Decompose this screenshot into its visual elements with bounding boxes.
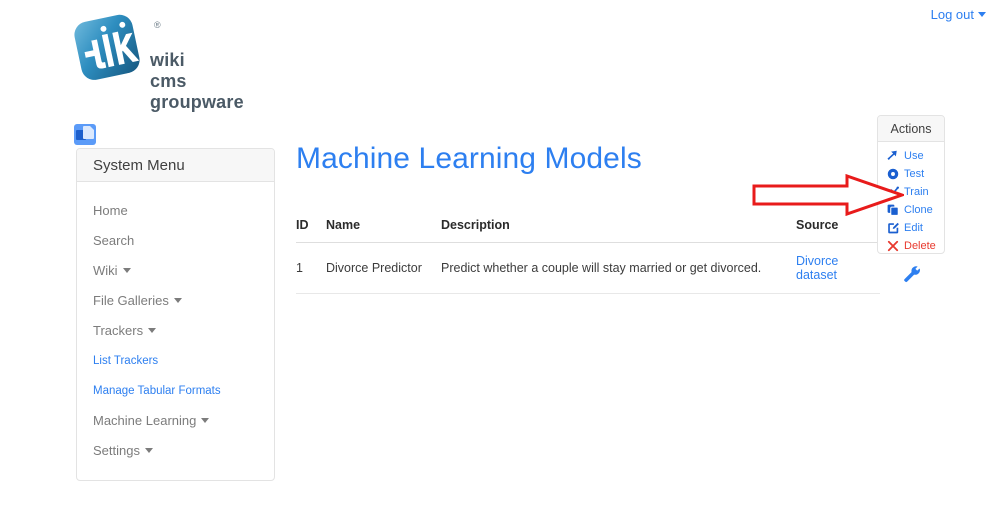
toggle-sidebar-icon-right	[83, 126, 94, 139]
cell-name: Divorce Predictor	[326, 242, 441, 294]
logout-label: Log out	[930, 7, 974, 22]
action-train[interactable]: Train	[886, 184, 944, 200]
chart-line-icon	[886, 186, 900, 199]
chevron-down-icon	[173, 298, 182, 304]
add-new-model-label: New	[819, 189, 846, 204]
action-label: Use	[904, 150, 924, 162]
sidebar-item-file-galleries[interactable]: File Galleries	[77, 286, 274, 316]
models-table-head: ID Name Description Source	[296, 218, 880, 243]
sidebar-item-machine-learning[interactable]: Machine Learning	[77, 406, 274, 436]
sidebar-item-label: Home	[93, 203, 128, 218]
logout-menu[interactable]: Log out	[931, 7, 986, 22]
models-table-body: 1 Divorce Predictor Predict whether a co…	[296, 242, 880, 294]
tiki-logo-icon	[74, 14, 140, 80]
source-link[interactable]: Divorce dataset	[796, 254, 838, 282]
sidebar-item-label: Machine Learning	[93, 413, 197, 428]
tagline-line-1: wiki	[150, 50, 185, 70]
models-table: ID Name Description Source 1 Divorce Pre…	[296, 218, 880, 294]
chevron-down-icon	[144, 448, 153, 454]
toggle-sidebar-icon[interactable]	[74, 124, 96, 145]
chevron-down-icon	[978, 12, 986, 18]
column-header-source[interactable]: Source	[796, 218, 880, 243]
actions-list: Use Test Train Clone Edit Delete	[878, 142, 944, 254]
plus-icon: +	[809, 188, 818, 204]
sidebar-item-manage-tabular-formats[interactable]: Manage Tabular Formats	[77, 376, 274, 406]
wrench-icon[interactable]	[903, 265, 921, 283]
actions-panel-title: Actions	[878, 116, 944, 142]
action-label: Train	[904, 186, 929, 198]
arrow-up-right-icon	[886, 150, 900, 163]
sidebar-item-label: Wiki	[93, 263, 118, 278]
table-row: 1 Divorce Predictor Predict whether a co…	[296, 242, 880, 294]
sidebar-item-trackers[interactable]: Trackers	[77, 316, 274, 346]
sidebar-item-label: List Trackers	[93, 355, 159, 367]
sidebar-item-search[interactable]: Search	[77, 226, 274, 256]
main-content: Machine Learning Models + New ID Name Des…	[296, 140, 882, 294]
site-logo[interactable]: ® wiki cms groupware	[66, 6, 326, 112]
tagline-line-2: cms	[150, 71, 187, 91]
chevron-down-icon	[201, 418, 210, 424]
cell-id: 1	[296, 242, 326, 294]
action-delete[interactable]: Delete	[886, 238, 944, 254]
column-header-name[interactable]: Name	[326, 218, 441, 243]
page-title: Machine Learning Models	[296, 142, 642, 175]
add-new-model-button[interactable]: + New	[809, 188, 846, 204]
sidebar-item-label: File Galleries	[93, 293, 169, 308]
brand-tagline: wiki cms groupware	[150, 50, 244, 113]
sidebar-item-list-trackers[interactable]: List Trackers	[77, 346, 274, 376]
cell-description: Predict whether a couple will stay marri…	[441, 242, 796, 294]
new-row: + New	[296, 188, 882, 206]
table-header-row: ID Name Description Source	[296, 218, 880, 243]
sidebar-item-label: Manage Tabular Formats	[93, 385, 221, 397]
sidebar-item-label: Trackers	[93, 323, 144, 338]
system-menu-panel: System Menu Home Search Wiki File Galler…	[76, 148, 275, 481]
action-use[interactable]: Use	[886, 148, 944, 164]
action-clone[interactable]: Clone	[886, 202, 944, 218]
tagline-line-3: groupware	[150, 92, 244, 112]
column-header-description[interactable]: Description	[441, 218, 796, 243]
action-label: Edit	[904, 222, 923, 234]
registered-mark: ®	[154, 20, 161, 30]
sidebar-item-settings[interactable]: Settings	[77, 436, 274, 466]
circle-dot-icon	[886, 168, 900, 181]
copy-icon	[886, 204, 900, 217]
action-edit[interactable]: Edit	[886, 220, 944, 236]
actions-panel: Actions Use Test Train Clone Edit Delete	[877, 115, 945, 254]
sidebar-item-label: Settings	[93, 443, 140, 458]
action-label: Delete	[904, 240, 936, 252]
sidebar-item-home[interactable]: Home	[77, 196, 274, 226]
system-menu-title: System Menu	[77, 149, 274, 182]
chevron-down-icon	[148, 328, 157, 334]
system-menu-list: Home Search Wiki File Galleries Trackers…	[77, 182, 274, 466]
sidebar-item-wiki[interactable]: Wiki	[77, 256, 274, 286]
action-label: Clone	[904, 204, 933, 216]
x-mark-icon	[886, 240, 900, 253]
sidebar-item-label: Search	[93, 233, 135, 248]
action-test[interactable]: Test	[886, 166, 944, 182]
pencil-square-icon	[886, 222, 900, 235]
action-label: Test	[904, 168, 925, 180]
chevron-down-icon	[122, 268, 131, 274]
cell-source: Divorce dataset	[796, 242, 880, 294]
column-header-id[interactable]: ID	[296, 218, 326, 243]
